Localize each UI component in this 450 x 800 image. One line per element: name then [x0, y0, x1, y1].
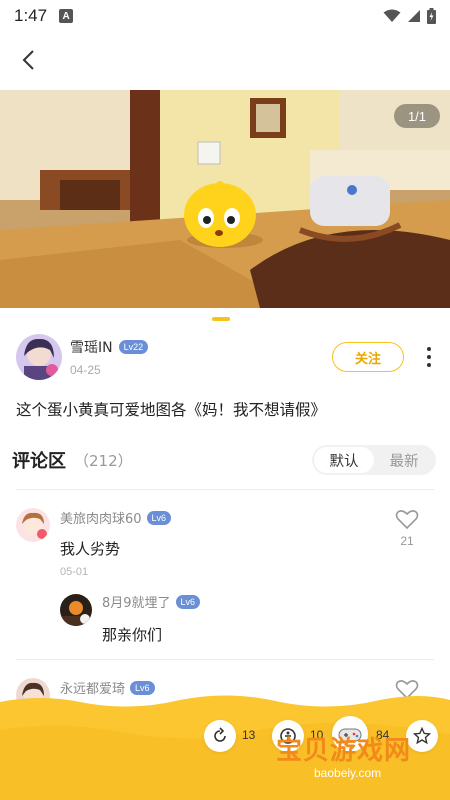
author-name[interactable]: 雪瑶IN: [70, 337, 113, 357]
notification-app-icon: A: [59, 9, 74, 23]
reply-text: 那亲你们: [102, 626, 163, 644]
comment-item: 美旅肉肉球60 Lv6 我人劣势 05-01 21: [16, 508, 436, 648]
like-count: 21: [400, 534, 414, 548]
back-button[interactable]: [14, 46, 42, 74]
post-text: 这个蛋小黄真可爱地图各《妈！我不想请假》: [16, 401, 327, 419]
avatar[interactable]: [16, 508, 50, 542]
level-badge: Lv6: [175, 594, 201, 609]
like-button[interactable]: 21: [394, 508, 420, 548]
carousel-indicator: [212, 317, 230, 321]
bottom-action-bar: 13 10 84 宝贝游戏网 baobeiy.com: [0, 690, 450, 800]
reply-author[interactable]: 8月9就埋了: [102, 592, 171, 611]
comment-date: 05-01: [60, 566, 89, 578]
post-author: 雪瑶IN Lv22 04-25 关注: [16, 332, 436, 382]
wifi-icon: [383, 9, 401, 22]
heart-icon: [395, 510, 419, 530]
battery-icon: [427, 8, 436, 24]
watermark-text: 宝贝游戏网: [276, 736, 412, 766]
share-icon: [214, 727, 226, 742]
share-count: 13: [242, 728, 256, 742]
avatar-image: [16, 508, 50, 542]
more-options-button[interactable]: [420, 342, 438, 372]
sort-default-tab[interactable]: 默认: [314, 447, 374, 473]
comment-text: 我人劣势: [60, 540, 121, 558]
sort-latest-tab[interactable]: 最新: [374, 447, 434, 473]
avatar[interactable]: [16, 334, 62, 380]
level-badge: Lv6: [146, 510, 172, 525]
author-name-line: 雪瑶IN Lv22: [70, 337, 149, 357]
avatar[interactable]: [60, 594, 92, 626]
cell-signal-icon: [408, 10, 420, 22]
divider: [16, 489, 434, 490]
status-time: 1:47: [14, 6, 48, 25]
image-counter: 1/1: [394, 104, 440, 128]
sort-toggle: 默认 最新: [312, 445, 436, 475]
divider: [16, 659, 434, 660]
level-badge: Lv22: [118, 340, 149, 354]
comment-author[interactable]: 美旅肉肉球60: [60, 508, 142, 527]
site-watermark: 宝贝游戏网 baobeiy.com: [262, 730, 442, 796]
status-icons: [383, 8, 436, 24]
avatar-image: [16, 334, 62, 380]
comments-header: 评论区 （212） 默认 最新: [10, 444, 436, 476]
post-image[interactable]: 1/1: [0, 90, 450, 308]
follow-button[interactable]: 关注: [332, 342, 404, 372]
chevron-left-icon: [22, 50, 34, 70]
comment-author-line: 美旅肉肉球60 Lv6: [60, 508, 172, 527]
author-meta: 雪瑶IN Lv22 04-25: [70, 337, 149, 377]
comments-title: 评论区: [10, 445, 66, 473]
watermark-url: baobeiy.com: [314, 766, 382, 780]
game-screenshot: [0, 90, 450, 308]
avatar-image: [60, 594, 92, 626]
post-date: 04-25: [70, 363, 101, 377]
comments-count: （212）: [74, 451, 133, 470]
share-button[interactable]: [204, 720, 236, 752]
status-bar: 1:47 A: [0, 0, 450, 32]
reply-author-line: 8月9就埋了 Lv6: [102, 592, 201, 611]
